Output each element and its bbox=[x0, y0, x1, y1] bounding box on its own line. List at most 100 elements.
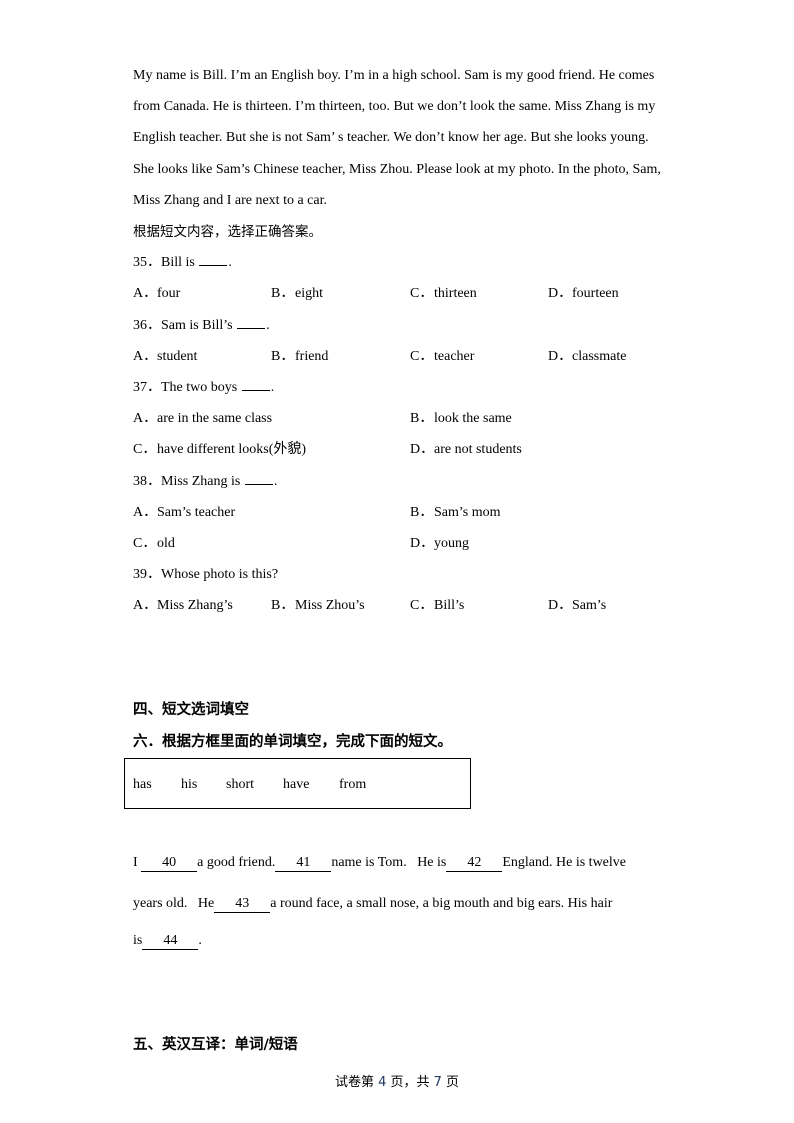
question-39-option-d[interactable]: D．Sam’s bbox=[548, 596, 606, 616]
cloze-line-1: I 40 a good friend. 41 name is Tom. He is 42… bbox=[133, 853, 626, 873]
option-letter: C． bbox=[133, 442, 157, 457]
question-punct: . bbox=[273, 474, 278, 489]
cloze-text: a good friend. bbox=[197, 855, 276, 870]
question-35-option-b[interactable]: B．eight bbox=[271, 284, 323, 304]
question-36-option-a[interactable]: A．student bbox=[133, 347, 197, 367]
word-bank-item: have bbox=[283, 777, 310, 792]
question-36-option-b[interactable]: B．friend bbox=[271, 347, 328, 367]
cloze-text: . bbox=[198, 933, 202, 948]
cloze-line-3: is 44. bbox=[133, 931, 202, 951]
option-letter: D． bbox=[548, 598, 573, 613]
passage-line-5: Miss Zhang and I are next to a car. bbox=[133, 193, 327, 208]
question-39-option-b[interactable]: B．Miss Zhou’s bbox=[271, 596, 365, 616]
cloze-text: a round face, a small nose, a big mouth … bbox=[270, 896, 613, 911]
question-38-option-a[interactable]: A．Sam’s teacher bbox=[133, 503, 235, 523]
word-bank-box: has his short have from bbox=[124, 758, 471, 809]
cloze-blank-43[interactable]: 43 bbox=[214, 896, 271, 913]
option-text: old bbox=[157, 536, 175, 551]
option-letter: A． bbox=[133, 349, 158, 364]
option-text: are in the same class bbox=[157, 411, 273, 426]
answer-blank bbox=[241, 378, 270, 391]
option-letter: C． bbox=[410, 598, 434, 613]
option-letter: C． bbox=[410, 349, 434, 364]
question-text: Bill is bbox=[161, 255, 199, 270]
option-text: Miss Zhang’s bbox=[157, 598, 233, 613]
question-number: 37． bbox=[133, 380, 161, 395]
section-4-heading: 四、短文选词填空 bbox=[133, 702, 249, 718]
cloze-blank-44[interactable]: 44 bbox=[142, 933, 199, 950]
question-number: 36． bbox=[133, 318, 161, 333]
question-punct: . bbox=[228, 255, 232, 270]
option-letter: B． bbox=[271, 349, 295, 364]
question-number: 35． bbox=[133, 255, 161, 270]
page-footer: 试卷第 4 页，共 7 页 bbox=[0, 1071, 794, 1090]
option-letter: A． bbox=[133, 286, 158, 301]
option-text: fourteen bbox=[572, 286, 619, 301]
footer-prefix: 试卷第 bbox=[334, 1075, 379, 1090]
option-letter: D． bbox=[410, 442, 435, 457]
option-letter: B． bbox=[271, 286, 295, 301]
word-bank-item: has bbox=[133, 777, 152, 792]
question-35-option-c[interactable]: C．thirteen bbox=[410, 284, 477, 304]
question-punct: . bbox=[266, 318, 270, 333]
cloze-text: name is Tom. He is bbox=[331, 855, 447, 870]
option-text: thirteen bbox=[434, 286, 477, 301]
option-text: Sam’s teacher bbox=[157, 505, 236, 520]
footer-suffix: 页 bbox=[441, 1075, 460, 1090]
cloze-text: England. He is twelve bbox=[502, 855, 626, 870]
word-bank-item: his bbox=[181, 777, 198, 792]
question-38-option-b[interactable]: B．Sam’s mom bbox=[410, 503, 501, 523]
question-38-option-d[interactable]: D．young bbox=[410, 534, 469, 554]
question-36-stem: 36．Sam is Bill’s . bbox=[133, 316, 270, 336]
question-35-option-a[interactable]: A．four bbox=[133, 284, 180, 304]
question-37-option-a[interactable]: A．are in the same class bbox=[133, 409, 272, 429]
question-37-option-b[interactable]: B．look the same bbox=[410, 409, 512, 429]
question-37-stem: 37．The two boys . bbox=[133, 378, 274, 398]
option-text: have different looks(外貌) bbox=[157, 442, 307, 457]
passage-line-1: My name is Bill. I’m an English boy. I’m… bbox=[133, 68, 655, 83]
option-letter: A． bbox=[133, 411, 158, 426]
question-38-stem: 38．Miss Zhang is . bbox=[133, 472, 277, 492]
section-5-heading: 五、英汉互译：单词/短语 bbox=[133, 1037, 298, 1053]
option-letter: D． bbox=[548, 349, 573, 364]
question-text: Whose photo is this? bbox=[161, 567, 279, 582]
option-text: are not students bbox=[434, 442, 522, 457]
cloze-text: is bbox=[133, 933, 143, 948]
question-punct: . bbox=[270, 380, 275, 395]
question-37-option-c[interactable]: C．have different looks(外貌) bbox=[133, 440, 306, 460]
answer-blank bbox=[244, 472, 273, 485]
footer-middle: 页，共 bbox=[386, 1075, 434, 1090]
question-text: Miss Zhang is bbox=[161, 474, 244, 489]
question-text: The two boys bbox=[161, 380, 241, 395]
cloze-line-2: years old. He 43 a round face, a small nos… bbox=[133, 894, 612, 914]
option-text: four bbox=[157, 286, 181, 301]
option-text: Miss Zhou’s bbox=[295, 598, 365, 613]
cloze-blank-40[interactable]: 40 bbox=[141, 855, 198, 872]
cloze-blank-41[interactable]: 41 bbox=[275, 855, 332, 872]
question-36-option-c[interactable]: C．teacher bbox=[410, 347, 474, 367]
question-37-option-d[interactable]: D．are not students bbox=[410, 440, 522, 460]
question-39-option-c[interactable]: C．Bill’s bbox=[410, 596, 464, 616]
question-39-stem: 39．Whose photo is this? bbox=[133, 565, 278, 585]
passage-line-2: from Canada. He is thirteen. I’m thirtee… bbox=[133, 99, 656, 114]
option-letter: A． bbox=[133, 505, 158, 520]
question-39-option-a[interactable]: A．Miss Zhang’s bbox=[133, 596, 233, 616]
question-number: 39． bbox=[133, 567, 161, 582]
option-letter: D． bbox=[410, 536, 435, 551]
total-page-count: 7 bbox=[433, 1075, 442, 1090]
question-35-option-d[interactable]: D．fourteen bbox=[548, 284, 619, 304]
passage-line-3: English teacher. But she is not Sam’ s t… bbox=[133, 130, 649, 145]
question-36-option-d[interactable]: D．classmate bbox=[548, 347, 626, 367]
option-letter: C． bbox=[133, 536, 157, 551]
answer-blank bbox=[237, 316, 266, 329]
option-text: Sam’s bbox=[572, 598, 607, 613]
cloze-text: years old. He bbox=[133, 896, 215, 911]
cloze-blank-42[interactable]: 42 bbox=[446, 855, 503, 872]
option-text: classmate bbox=[572, 349, 627, 364]
option-text: young bbox=[434, 536, 469, 551]
option-letter: B． bbox=[410, 411, 434, 426]
question-38-option-c[interactable]: C．old bbox=[133, 534, 175, 554]
option-text: eight bbox=[295, 286, 323, 301]
option-letter: C． bbox=[410, 286, 434, 301]
option-letter: A． bbox=[133, 598, 158, 613]
